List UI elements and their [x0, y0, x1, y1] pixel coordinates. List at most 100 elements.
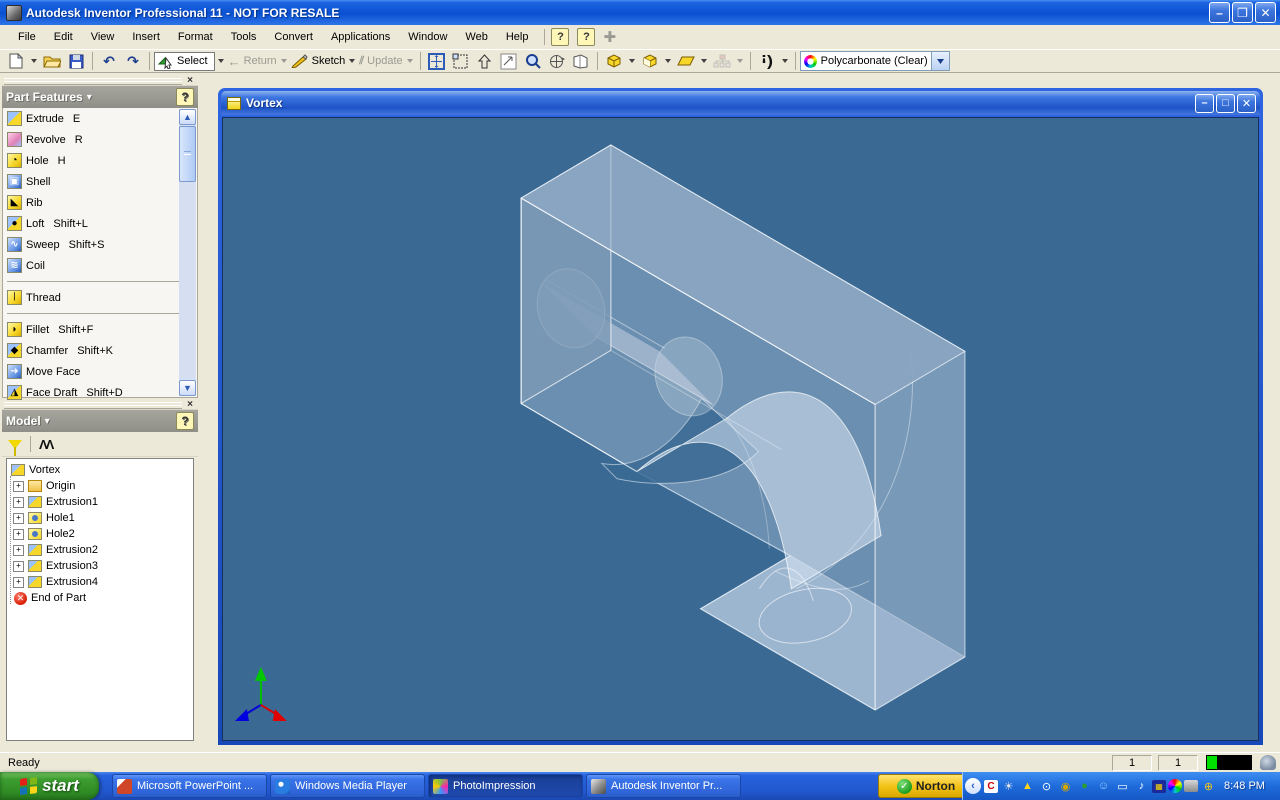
expand-plus-icon[interactable]: +	[13, 561, 24, 572]
viewport-3d[interactable]	[222, 117, 1259, 741]
menu-window[interactable]: Window	[400, 28, 455, 46]
tray-c-icon[interactable]: C	[984, 780, 998, 793]
scroll-thumb[interactable]	[179, 126, 196, 182]
menu-insert[interactable]: Insert	[124, 28, 168, 46]
menu-applications[interactable]: Applications	[323, 28, 398, 46]
tray-monitor-icon[interactable]	[1184, 780, 1198, 792]
redo-button[interactable]: ↷	[122, 51, 144, 71]
analysis-button[interactable]: ꜟ)	[753, 51, 779, 71]
tray-collapse-icon[interactable]: ‹	[965, 778, 981, 794]
model-dragbar[interactable]: ×	[2, 400, 198, 410]
doc-minimize-button[interactable]: –	[1195, 94, 1214, 113]
menu-edit[interactable]: Edit	[46, 28, 81, 46]
model-header[interactable]: Model ▾ ?	[2, 410, 198, 432]
filter-icon[interactable]	[8, 440, 22, 449]
expand-plus-icon[interactable]: +	[13, 513, 24, 524]
model-help-icon[interactable]: ?	[176, 412, 194, 430]
menu-convert[interactable]: Convert	[266, 28, 321, 46]
select-dropdown[interactable]	[218, 59, 224, 63]
tray-warning-icon[interactable]: ▲	[1019, 778, 1036, 794]
menu-file[interactable]: File	[10, 28, 44, 46]
menu-tools[interactable]: Tools	[223, 28, 265, 46]
expand-plus-icon[interactable]: +	[13, 497, 24, 508]
sketch-plane-button[interactable]	[675, 51, 697, 71]
panel-menu-caret-icon[interactable]: ▾	[87, 92, 176, 103]
open-button[interactable]	[41, 51, 63, 71]
start-button[interactable]: start	[0, 772, 99, 800]
sketch-button[interactable]: Sketch	[291, 51, 346, 71]
task-inventor[interactable]: Autodesk Inventor Pr...	[586, 774, 741, 798]
model-close-icon[interactable]: ×	[184, 399, 196, 410]
feature-rib[interactable]: ◣ Rib	[3, 192, 197, 213]
save-button[interactable]	[65, 51, 87, 71]
tree-item-extrusion2[interactable]: + Extrusion2	[7, 542, 193, 558]
expand-plus-icon[interactable]: +	[13, 529, 24, 540]
tree-item-hole2[interactable]: + Hole2	[7, 526, 193, 542]
tree-item-extrusion4[interactable]: + Extrusion4	[7, 574, 193, 590]
undo-button[interactable]: ↶	[98, 51, 120, 71]
zoom-all-button[interactable]	[426, 51, 448, 71]
tray-colorballs-icon[interactable]: ●	[1076, 778, 1093, 794]
tray-network-app-icon[interactable]: ▦	[1152, 780, 1166, 793]
expand-plus-icon[interactable]: +	[13, 481, 24, 492]
tray-colorwheel-icon[interactable]	[1168, 779, 1182, 793]
task-media-player[interactable]: Windows Media Player	[270, 774, 425, 798]
feature-chamfer[interactable]: ◆ Chamfer Shift+K	[3, 340, 197, 361]
tray-volume-icon[interactable]: ♪	[1133, 778, 1150, 794]
close-button[interactable]: ✕	[1255, 2, 1276, 23]
material-combobox[interactable]: Polycarbonate (Clear)	[800, 51, 950, 71]
expand-plus-icon[interactable]: +	[13, 577, 24, 588]
zoom-button[interactable]	[522, 51, 544, 71]
shaded-display-dropdown[interactable]	[629, 59, 635, 63]
sketch-dropdown[interactable]	[349, 59, 355, 63]
app-titlebar[interactable]: Autodesk Inventor Professional 11 - NOT …	[0, 0, 1280, 25]
camera-view-dropdown[interactable]	[665, 59, 671, 63]
expand-plus-icon[interactable]: +	[13, 545, 24, 556]
add-toolbar-icon[interactable]: ✚	[603, 28, 616, 46]
norton-badge[interactable]: ✓ Norton	[878, 774, 974, 798]
analysis-dropdown[interactable]	[782, 59, 788, 63]
feature-thread[interactable]: 𝄀 Thread	[3, 287, 197, 308]
scroll-down-button[interactable]: ▼	[179, 380, 196, 396]
task-powerpoint[interactable]: Microsoft PowerPoint ...	[112, 774, 267, 798]
help-topics-icon[interactable]: ?	[551, 28, 569, 46]
feature-shell[interactable]: ▣ Shell	[3, 171, 197, 192]
tree-item-extrusion3[interactable]: + Extrusion3	[7, 558, 193, 574]
feature-move-face[interactable]: ➜ Move Face	[3, 361, 197, 382]
part-features-help-icon[interactable]: ?	[176, 88, 194, 106]
scroll-up-button[interactable]: ▲	[179, 109, 196, 125]
camera-view-button[interactable]	[639, 51, 661, 71]
minimize-button[interactable]: –	[1209, 2, 1230, 23]
feature-hole[interactable]: ◔ Hole H	[3, 150, 197, 171]
feature-sweep[interactable]: ∿ Sweep Shift+S	[3, 234, 197, 255]
tray-messenger-icon[interactable]: ☺	[1095, 778, 1112, 794]
select-tool-button[interactable]: Select	[154, 52, 215, 71]
feature-coil[interactable]: ≋ Coil	[3, 255, 197, 276]
whats-this-icon[interactable]: ?	[577, 28, 595, 46]
sketch-plane-dropdown[interactable]	[701, 59, 707, 63]
tree-root-vortex[interactable]: Vortex	[7, 462, 193, 478]
shaded-display-button[interactable]	[603, 51, 625, 71]
task-photoimpression[interactable]: PhotoImpression	[428, 774, 583, 798]
doc-close-button[interactable]: ✕	[1237, 94, 1256, 113]
feature-revolve[interactable]: Revolve R	[3, 129, 197, 150]
feature-extrude[interactable]: Extrude E	[3, 108, 197, 129]
restore-button[interactable]: ❐	[1232, 2, 1253, 23]
part-features-scrollbar[interactable]: ▲ ▼	[179, 109, 196, 396]
tree-item-hole1[interactable]: + Hole1	[7, 510, 193, 526]
feature-fillet[interactable]: ◗ Fillet Shift+F	[3, 319, 197, 340]
menu-view[interactable]: View	[83, 28, 123, 46]
panel-menu-caret-icon[interactable]: ▾	[45, 416, 176, 427]
return-button[interactable]: ← Return	[228, 51, 277, 71]
doc-maximize-button[interactable]: □	[1216, 94, 1235, 113]
pan-button[interactable]	[498, 51, 520, 71]
tray-globe-gold-icon[interactable]: ◉	[1057, 778, 1074, 794]
part-features-dragbar[interactable]: ×	[2, 76, 198, 86]
tree-item-extrusion1[interactable]: + Extrusion1	[7, 494, 193, 510]
zoom-selected-button[interactable]	[474, 51, 496, 71]
new-file-dropdown[interactable]	[31, 59, 37, 63]
part-features-close-icon[interactable]: ×	[184, 75, 196, 86]
menu-format[interactable]: Format	[170, 28, 221, 46]
part-features-header[interactable]: Part Features ▾ ?	[2, 86, 198, 108]
menu-web[interactable]: Web	[457, 28, 495, 46]
